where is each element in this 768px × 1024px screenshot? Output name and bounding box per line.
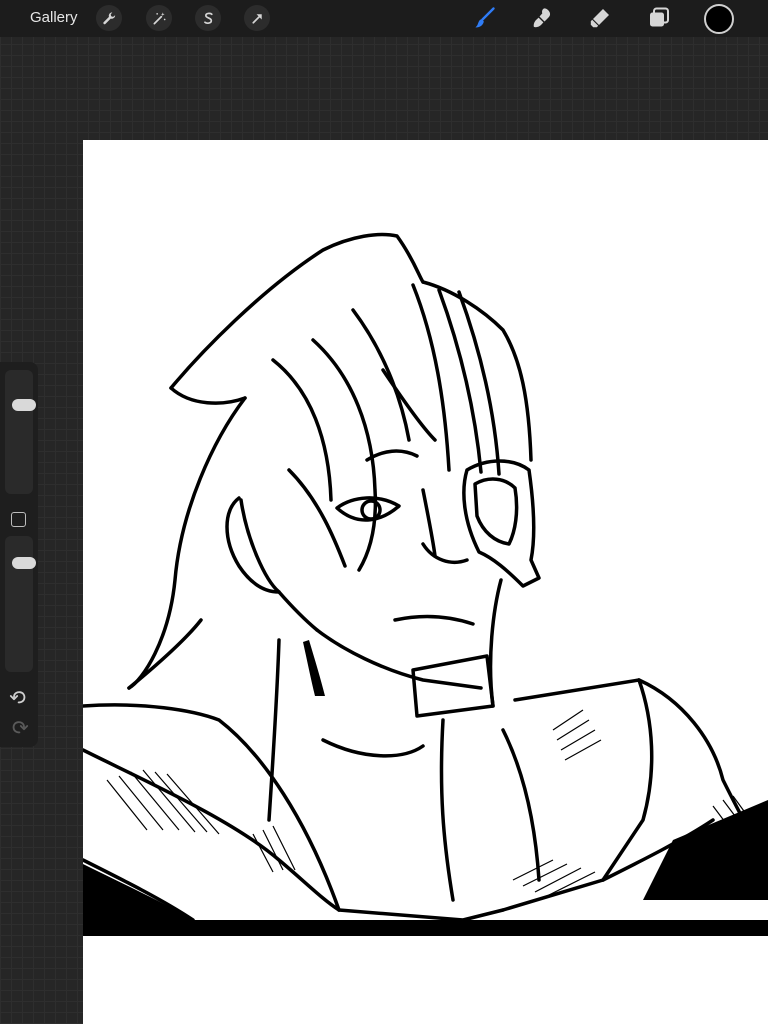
modify-button[interactable] — [11, 512, 26, 527]
brush-icon — [475, 7, 495, 28]
redo-icon[interactable] — [9, 718, 29, 738]
line-art-illustration — [83, 232, 768, 936]
brush-size-slider[interactable] — [5, 370, 36, 494]
layers-icon — [650, 7, 669, 27]
layers-button[interactable] — [644, 4, 674, 32]
brush-opacity-thumb[interactable] — [12, 557, 36, 570]
eraser-icon — [590, 9, 609, 28]
color-picker-button[interactable] — [704, 4, 734, 34]
gallery-button[interactable]: Gallery — [30, 9, 78, 27]
brush-tool-button[interactable] — [470, 4, 500, 32]
transform-button[interactable] — [244, 5, 270, 31]
brush-size-thumb[interactable] — [12, 398, 36, 411]
left-sidebar — [0, 362, 38, 747]
procreate-app: Gallery — [0, 0, 768, 1024]
wrench-icon — [102, 11, 115, 24]
arrow-cursor-icon — [251, 13, 262, 24]
top-toolbar: Gallery — [0, 0, 768, 37]
actions-button[interactable] — [96, 5, 122, 31]
undo-icon[interactable] — [9, 688, 29, 708]
smudge-tool-button[interactable] — [528, 4, 558, 32]
selection-button[interactable] — [195, 5, 221, 31]
magic-wand-icon — [153, 11, 165, 24]
smudge-icon — [533, 8, 551, 28]
eraser-tool-button[interactable] — [585, 4, 615, 32]
drawing-canvas[interactable] — [83, 140, 768, 1024]
adjustments-button[interactable] — [146, 5, 172, 31]
brush-opacity-slider[interactable] — [5, 536, 36, 672]
selection-s-icon — [203, 12, 213, 24]
